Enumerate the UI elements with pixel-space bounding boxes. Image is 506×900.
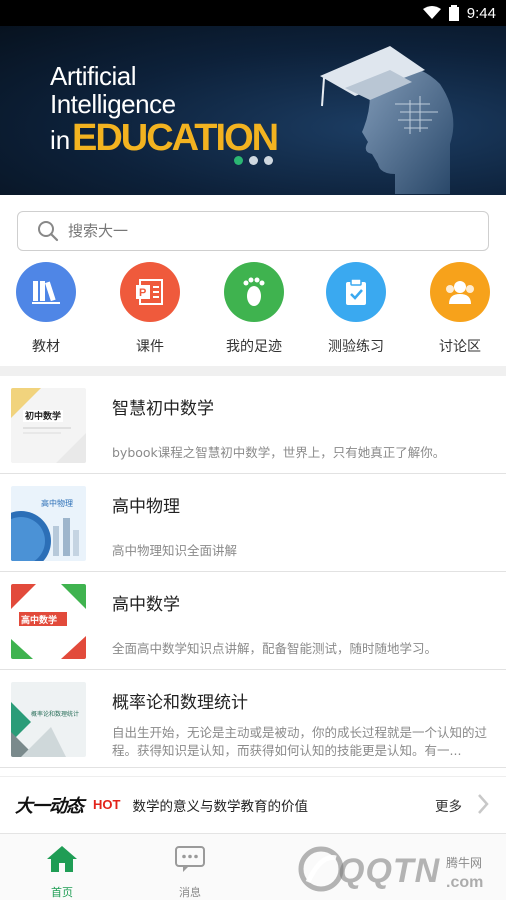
course-thumbnail: 概率论和数理统计 [11, 682, 86, 757]
footprint-icon [224, 262, 284, 322]
banner-line-4: EDUCATION [72, 117, 279, 159]
banner-line-3: in [50, 125, 71, 155]
course-description: 高中物理知识全面讲解 [112, 543, 238, 558]
quick-link-courseware[interactable]: P 课件 [100, 262, 200, 356]
search-bar[interactable] [17, 211, 489, 251]
search-icon[interactable] [28, 211, 68, 251]
home-icon [47, 846, 77, 872]
ai-graduate-head-illustration [320, 46, 454, 194]
quick-links-row: 教材 P 课件 我的足迹 测验练习 讨论区 [0, 262, 506, 362]
discussion-icon [430, 262, 490, 322]
quiz-clipboard-icon [326, 262, 386, 322]
course-thumb-text: 高中数学 [21, 614, 57, 626]
course-title: 高中物理 [112, 497, 180, 517]
quick-link-footprints[interactable]: 我的足迹 [204, 262, 304, 356]
course-description: 自出生开始，无论是主动或是被动，你的成长过程就是一个认知的过程。获得知识是认知，… [112, 725, 488, 758]
course-title: 概率论和数理统计 [112, 693, 248, 713]
hot-badge: HOT [93, 797, 121, 812]
status-time: 9:44 [466, 4, 496, 22]
tab-label: 首页 [51, 886, 73, 899]
course-thumbnail: 高中数学 [11, 584, 86, 659]
news-more-link[interactable]: 更多 [435, 795, 462, 815]
course-item[interactable]: 高中数学 高中数学 全面高中数学知识点讲解，配备智能测试，随时随地学习。 [0, 572, 506, 670]
quick-link-label: 讨论区 [439, 339, 481, 355]
chevron-right-icon[interactable] [476, 793, 490, 815]
course-description: bybook课程之智慧初中数学，世界上，只有她真正了解你。 [112, 445, 446, 460]
quick-link-quiz[interactable]: 测验练习 [306, 262, 406, 356]
bottom-tab-bar: 首页 消息 [0, 833, 506, 900]
quick-link-label: 教材 [32, 339, 60, 355]
quick-link-textbooks[interactable]: 教材 [0, 262, 96, 356]
course-item[interactable]: 初中数学 智慧初中数学 bybook课程之智慧初中数学，世界上，只有她真正了解你… [0, 376, 506, 474]
banner-line-2: Intelligence [50, 89, 176, 119]
course-thumb-text: 初中数学 [25, 410, 61, 422]
hero-banner[interactable]: Artificial Intelligence in EDUCATION [0, 26, 506, 195]
books-icon [16, 262, 76, 322]
wifi-icon [422, 6, 441, 19]
quick-link-label: 测验练习 [328, 339, 384, 355]
section-divider [0, 366, 506, 376]
battery-icon [448, 5, 459, 21]
banner-pager-dots[interactable] [234, 156, 273, 165]
course-description: 全面高中数学知识点讲解，配备智能测试，随时随地学习。 [112, 641, 438, 656]
quick-link-discussion[interactable]: 讨论区 [410, 262, 506, 356]
course-item[interactable]: 高中物理 高中物理 高中物理知识全面讲解 [0, 474, 506, 572]
course-title: 高中数学 [112, 595, 180, 615]
tab-messages[interactable]: 消息 [150, 844, 230, 900]
news-ticker[interactable]: 大一动态 HOT 数学的意义与数学教育的价值 更多 [0, 776, 506, 832]
course-thumb-text: 高中物理 [41, 498, 73, 508]
news-brand-logo: 大一动态 [15, 795, 84, 817]
course-item[interactable]: 概率论和数理统计 概率论和数理统计 自出生开始，无论是主动或是被动，你的成长过程… [0, 670, 506, 768]
svg-text:P: P [139, 287, 146, 299]
status-bar: 9:44 [0, 0, 506, 26]
banner-line-1: Artificial [50, 61, 137, 91]
course-thumbnail: 高中物理 [11, 486, 86, 561]
search-input[interactable] [68, 222, 468, 240]
quick-link-label: 课件 [136, 339, 164, 355]
course-thumb-text: 概率论和数理统计 [31, 710, 79, 718]
tab-label: 消息 [179, 886, 201, 899]
news-headline[interactable]: 数学的意义与数学教育的价值 [132, 795, 308, 815]
slides-icon: P [120, 262, 180, 322]
tab-home[interactable]: 首页 [22, 844, 102, 900]
quick-link-label: 我的足迹 [226, 339, 282, 355]
message-icon [175, 846, 205, 872]
course-title: 智慧初中数学 [112, 399, 214, 419]
course-thumbnail: 初中数学 [11, 388, 86, 463]
